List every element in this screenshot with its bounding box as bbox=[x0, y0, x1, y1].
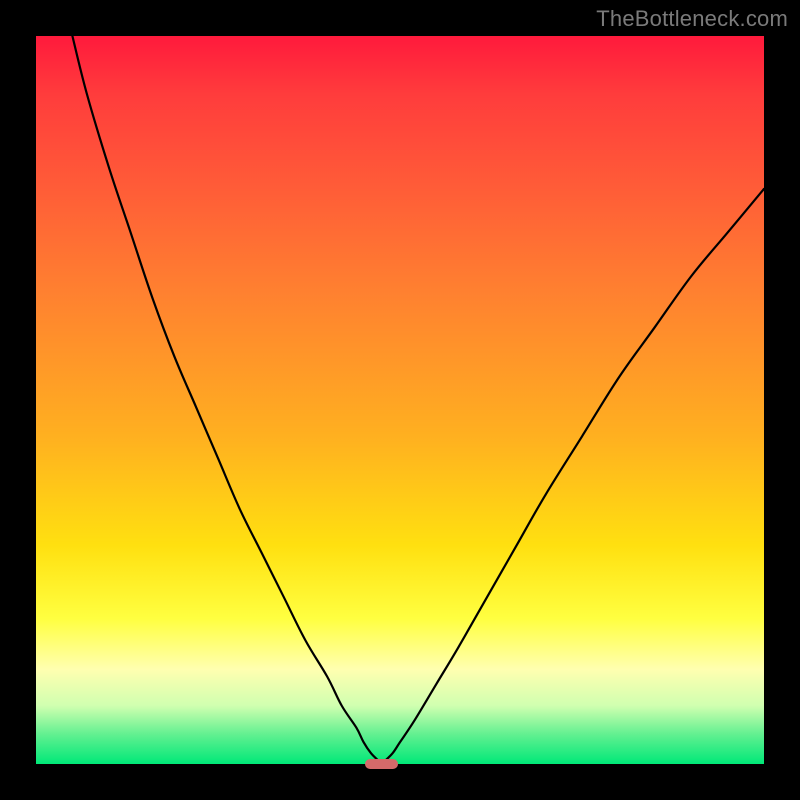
curve-left-branch bbox=[72, 36, 378, 760]
minimum-marker bbox=[365, 759, 398, 769]
watermark-text: TheBottleneck.com bbox=[596, 6, 788, 32]
plot-area bbox=[36, 36, 764, 764]
curve-layer bbox=[36, 36, 764, 764]
curve-right-branch bbox=[385, 189, 764, 760]
chart-frame: TheBottleneck.com bbox=[0, 0, 800, 800]
